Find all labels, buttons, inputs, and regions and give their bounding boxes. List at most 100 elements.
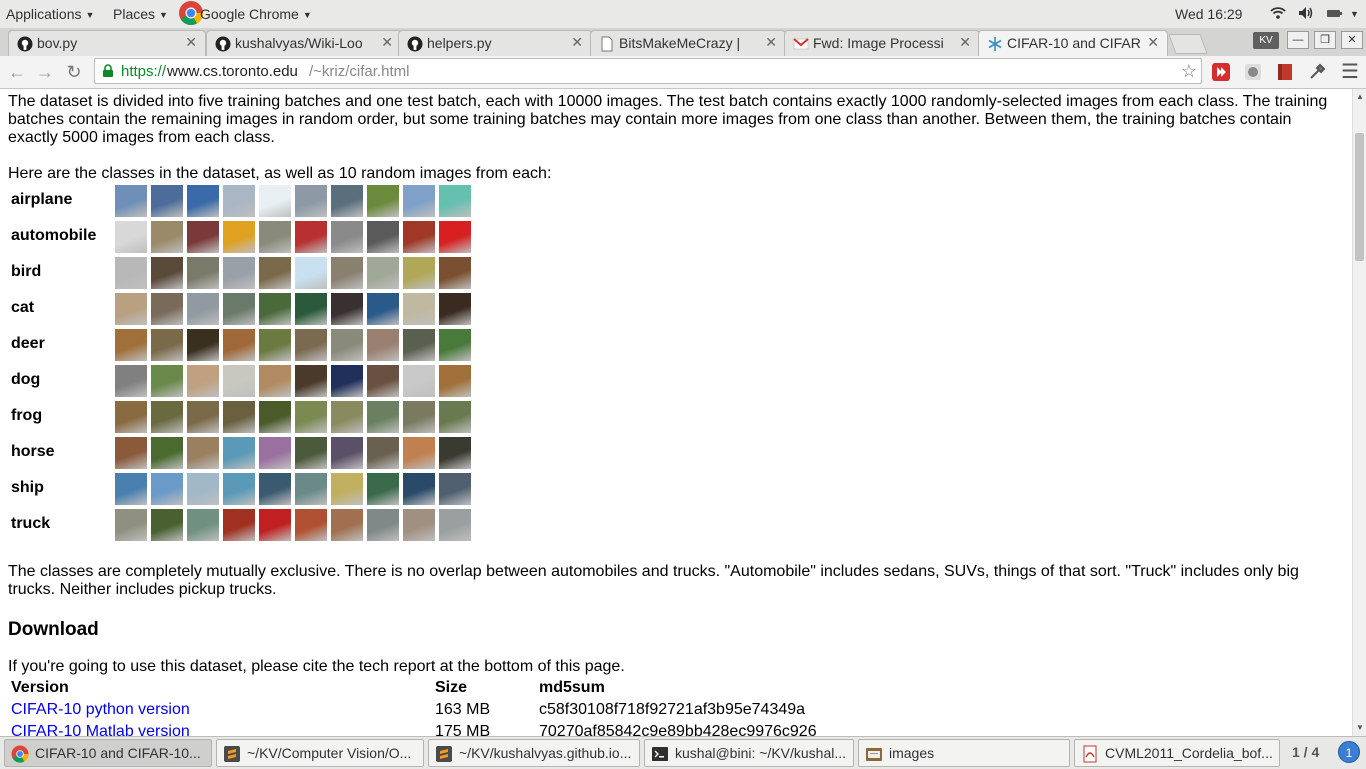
address-bar[interactable]: https:// www.cs.toronto.edu /~kriz/cifar… [94,58,1202,84]
notification-badge[interactable]: 1 [1338,741,1360,763]
tab-helpers-py[interactable]: helpers.py ✕ [398,30,592,56]
task-sublime-2[interactable]: ~/KV/kushalvyas.github.io... [428,739,640,767]
class-label: cat [11,299,35,316]
sample-image-thumbnail [259,257,291,289]
sample-image-thumbnail [151,365,183,397]
md5-cell: 70270af85842c9e89bb428ec9976c926 [539,723,817,736]
sample-image-thumbnail [331,473,363,505]
profile-badge[interactable]: KV [1253,32,1279,49]
tab-gmail[interactable]: Fwd: Image Processi ✕ [784,30,980,56]
menu-hamburger-icon[interactable]: ☰ [1338,60,1362,84]
download-link-matlab[interactable]: CIFAR-10 Matlab version [11,723,190,736]
extension-bookmark-icon[interactable] [1275,62,1295,82]
close-icon[interactable]: ✕ [1147,34,1159,51]
sublime-icon [224,746,240,762]
sample-image-thumbnail [223,401,255,433]
tab-strip: bov.py ✕ kushalvyas/Wiki-Loo ✕ helpers.p… [0,28,1366,56]
sample-image-thumbnail [259,365,291,397]
sample-image-thumbnail [367,509,399,541]
class-label: bird [11,263,42,280]
class-label: automobile [11,227,97,244]
sample-image-thumbnail [223,257,255,289]
sample-image-thumbnail [331,509,363,541]
extension-eyedropper-icon[interactable] [1307,62,1327,82]
reload-button[interactable]: ↻ [62,60,86,84]
forward-button[interactable]: → [33,60,57,84]
sample-image-thumbnail [259,473,291,505]
class-label: horse [11,443,55,460]
close-icon[interactable]: ✕ [185,34,197,51]
sample-image-thumbnail [223,437,255,469]
browser-toolbar: ← → ↻ https:// www.cs.toronto.edu /~kriz… [0,56,1366,89]
tab-title: kushalvyas/Wiki-Loo [235,35,363,51]
github-icon [17,36,33,52]
extension-grey-icon[interactable] [1243,62,1263,82]
sample-image-thumbnail [331,329,363,361]
system-menu-caret-icon[interactable]: ▼ [1350,9,1359,19]
task-files[interactable]: images [858,739,1070,767]
tab-wiki-loo[interactable]: kushalvyas/Wiki-Loo ✕ [206,30,402,56]
sample-image-thumbnail [403,293,435,325]
sample-image-thumbnail [115,473,147,505]
sample-image-thumbnail [187,509,219,541]
places-menu[interactable]: Places ▼ [113,6,168,22]
workspace-indicator[interactable]: 1 / 4 [1292,744,1319,760]
applications-menu[interactable]: Applications ▼ [6,6,94,22]
task-pdf[interactable]: CVML2011_Cordelia_bof... [1074,739,1280,767]
close-icon[interactable]: ✕ [959,34,971,51]
vertical-scrollbar[interactable]: ▲ ▼ [1352,89,1366,736]
close-icon[interactable]: ✕ [571,34,583,51]
sample-image-thumbnail [115,293,147,325]
sample-image-thumbnail [187,401,219,433]
sample-image-thumbnail [367,221,399,253]
sample-image-thumbnail [259,509,291,541]
battery-icon[interactable] [1326,5,1346,21]
tab-bitsmakemecrazy[interactable]: BitsMakeMeCrazy | ✕ [590,30,786,56]
sample-image-thumbnail [367,401,399,433]
task-terminal[interactable]: kushal@bini: ~/KV/kushal... [644,739,854,767]
extension-red-play-icon[interactable] [1211,62,1231,82]
sample-image-thumbnail [151,437,183,469]
download-link-python[interactable]: CIFAR-10 python version [11,701,190,719]
tab-title: bov.py [37,35,78,51]
sample-image-thumbnail [115,257,147,289]
url-host: www.cs.toronto.edu [167,63,298,80]
scroll-down-arrow-icon[interactable]: ▼ [1356,723,1364,732]
minimize-button[interactable]: — [1287,31,1309,49]
task-sublime-1[interactable]: ~/KV/Computer Vision/O... [216,739,424,767]
table-header-version: Version [11,679,69,696]
task-label: CIFAR-10 and CIFAR-10... [35,745,201,761]
close-icon[interactable]: ✕ [381,34,393,51]
volume-icon[interactable] [1297,5,1315,21]
download-heading: Download [8,619,99,640]
wifi-icon[interactable] [1270,5,1286,21]
new-tab-button[interactable] [1168,34,1208,54]
sample-image-thumbnail [295,509,327,541]
scroll-up-arrow-icon[interactable]: ▲ [1356,92,1364,101]
sample-image-thumbnail [403,185,435,217]
clock[interactable]: Wed 16:29 [1175,6,1242,22]
active-app-menu[interactable]: Google Chrome ▼ [200,6,312,22]
tab-cifar[interactable]: CIFAR-10 and CIFAR ✕ [978,30,1168,56]
maximize-button[interactable]: ❐ [1314,31,1336,49]
tab-title: helpers.py [427,35,492,51]
size-cell: 175 MB [435,723,491,736]
back-button[interactable]: ← [5,60,29,84]
task-label: images [889,745,935,761]
sample-image-thumbnail [223,365,255,397]
task-chrome[interactable]: CIFAR-10 and CIFAR-10... [4,739,212,767]
sample-image-thumbnail [151,473,183,505]
tab-title: Fwd: Image Processi [813,35,944,51]
close-window-button[interactable]: ✕ [1341,31,1363,49]
sample-image-thumbnail [439,473,471,505]
scroll-thumb[interactable] [1355,133,1364,261]
sample-image-thumbnail [115,329,147,361]
close-icon[interactable]: ✕ [765,34,777,51]
page-icon [601,36,613,52]
sample-image-thumbnail [367,473,399,505]
tab-bov-py[interactable]: bov.py ✕ [8,30,206,56]
class-label: deer [11,335,45,352]
task-label: kushal@bini: ~/KV/kushal... [675,745,847,761]
bookmark-star-icon[interactable]: ☆ [1181,61,1197,82]
sample-image-thumbnail [331,257,363,289]
